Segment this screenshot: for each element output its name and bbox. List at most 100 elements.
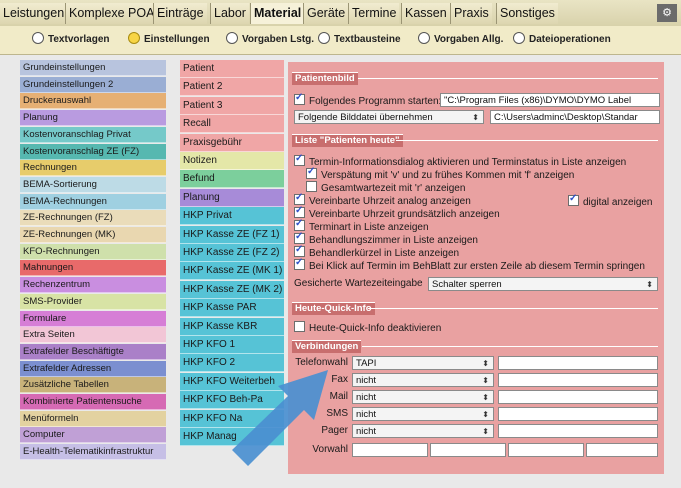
checkbox-icon[interactable] — [568, 193, 579, 206]
category-item[interactable]: Extrafelder Beschäftigte — [20, 343, 166, 360]
category-item[interactable]: Computer — [20, 427, 166, 444]
subtab-dateioperationen[interactable]: Dateioperationen — [513, 32, 611, 48]
wait-input-select[interactable]: Schalter sperren ⬍ — [428, 277, 658, 291]
category-item[interactable]: E-Health-Telematikinfrastruktur — [20, 444, 166, 461]
checkbox-icon[interactable] — [294, 231, 305, 244]
checkbox-icon[interactable] — [294, 218, 305, 231]
subcategory-item[interactable]: Praxisgebühr — [180, 133, 284, 152]
tab-praxis[interactable]: Praxis — [450, 3, 492, 24]
subcategory-item[interactable]: Patient 2 — [180, 78, 284, 97]
vorwahl-input-2[interactable] — [430, 443, 506, 457]
start-program-option[interactable]: Folgendes Programm starten: — [294, 92, 441, 107]
connection-detail-input[interactable] — [498, 424, 658, 438]
category-item[interactable]: Mahnungen — [20, 260, 166, 277]
liste-option[interactable]: Bei Klick auf Termin im BehBlatt zur ers… — [294, 257, 645, 272]
tab-labor[interactable]: Labor — [210, 3, 249, 24]
subtab-vorgaben-lstg[interactable]: Vorgaben Lstg. — [226, 32, 314, 48]
connection-detail-input[interactable] — [498, 356, 658, 370]
category-item[interactable]: Rechnungen — [20, 160, 166, 177]
connection-select[interactable]: nicht ⬍ — [352, 390, 494, 404]
subcategory-item[interactable]: HKP Kasse ZE (MK 1) — [180, 262, 284, 281]
liste-option[interactable]: Behandlungszimmer in Liste anzeigen — [294, 231, 478, 246]
quickinfo-disable-option[interactable]: Heute-Quick-Info deaktivieren — [294, 321, 441, 334]
vorwahl-input-4[interactable] — [586, 443, 658, 457]
category-item[interactable]: ZE-Rechnungen (FZ) — [20, 210, 166, 227]
subcategory-item[interactable]: HKP Privat — [180, 207, 284, 226]
category-item[interactable]: Planung — [20, 110, 166, 127]
subcategory-item[interactable]: HKP Kasse ZE (FZ 1) — [180, 225, 284, 244]
connection-detail-input[interactable] — [498, 390, 658, 404]
category-item[interactable]: Kostenvoranschlag Privat — [20, 126, 166, 143]
category-item[interactable]: Extrafelder Adressen — [20, 360, 166, 377]
category-item[interactable]: ZE-Rechnungen (MK) — [20, 227, 166, 243]
checkbox-icon[interactable] — [294, 257, 305, 270]
app-menu-icon[interactable]: ⚙ — [657, 4, 677, 22]
tab-eintraege[interactable]: Einträge — [153, 3, 207, 24]
liste-option[interactable]: Vereinbarte Uhrzeit grundsätzlich anzeig… — [294, 205, 500, 220]
tab-komplexe-poa[interactable]: Komplexe POA — [65, 3, 158, 24]
tab-material[interactable]: Material — [250, 3, 305, 24]
subcategory-item[interactable]: Patient 3 — [180, 96, 284, 115]
checkbox-icon[interactable] — [306, 181, 317, 192]
subcategory-item[interactable]: Planung — [180, 188, 284, 207]
digital-option[interactable]: digital anzeigen — [568, 193, 653, 208]
checkbox-icon[interactable] — [294, 321, 305, 332]
category-item[interactable]: Extra Seiten — [20, 327, 166, 344]
subtab-textbausteine[interactable]: Textbausteine — [318, 32, 401, 48]
image-option-select[interactable]: Folgende Bilddatei übernehmen ⬍ — [294, 110, 484, 124]
program-path-input[interactable]: "C:\Program Files (x86)\DYMO\DYMO Label — [440, 93, 660, 107]
liste-option[interactable]: Terminart in Liste anzeigen — [294, 218, 429, 233]
category-item[interactable]: Menüformeln — [20, 410, 166, 427]
category-item[interactable]: Zusätzliche Tabellen — [20, 377, 166, 394]
subcategory-item[interactable]: HKP Kasse ZE (FZ 2) — [180, 244, 284, 262]
category-item[interactable]: Kostenvoranschlag ZE (FZ) — [20, 143, 166, 160]
image-path-input[interactable]: C:\Users\adminc\Desktop\Standar — [490, 110, 660, 124]
category-item[interactable]: Formulare — [20, 310, 166, 327]
tab-kassen[interactable]: Kassen — [401, 3, 450, 24]
category-item[interactable]: BEMA-Rechnungen — [20, 193, 166, 210]
category-item[interactable]: Druckerauswahl — [20, 93, 166, 110]
subcategory-item[interactable]: HKP Kasse ZE (MK 2) — [180, 280, 284, 299]
vorwahl-input-1[interactable] — [352, 443, 428, 457]
subtab-vorgaben-allg[interactable]: Vorgaben Allg. — [418, 32, 503, 48]
checkbox-icon[interactable] — [294, 92, 305, 105]
tab-sonstiges[interactable]: Sonstiges — [496, 3, 558, 24]
category-item[interactable]: Grundeinstellungen 2 — [20, 76, 166, 93]
liste-option-label: Behandlerkürzel in Liste anzeigen — [309, 248, 460, 259]
subcategory-item[interactable]: Befund — [180, 170, 284, 189]
checkbox-icon[interactable] — [306, 166, 317, 179]
liste-option[interactable]: Gesamtwartezeit mit 'r' anzeigen — [306, 181, 465, 194]
connection-detail-input[interactable] — [498, 373, 658, 387]
vorwahl-input-3[interactable] — [508, 443, 584, 457]
liste-option[interactable]: Vereinbarte Uhrzeit analog anzeigen — [294, 192, 471, 207]
category-item[interactable]: Kombinierte Patientensuche — [20, 394, 166, 410]
subcategory-item[interactable]: Notizen — [180, 152, 284, 170]
category-item[interactable]: SMS-Provider — [20, 293, 166, 310]
category-item[interactable]: KFO-Rechnungen — [20, 243, 166, 260]
checkbox-icon[interactable] — [294, 205, 305, 218]
checkbox-icon[interactable] — [294, 192, 305, 205]
checkbox-icon[interactable] — [294, 153, 305, 166]
liste-option[interactable]: Verspätung mit 'v' und zu frühes Kommen … — [306, 166, 574, 181]
subcategory-item[interactable]: Recall — [180, 115, 284, 134]
connection-select[interactable]: nicht ⬍ — [352, 424, 494, 438]
subcategory-item[interactable]: HKP KFO 1 — [180, 336, 284, 354]
category-item[interactable]: BEMA-Sortierung — [20, 176, 166, 193]
tab-termine[interactable]: Termine — [348, 3, 400, 24]
checkbox-icon[interactable] — [294, 244, 305, 257]
liste-option[interactable]: Termin-Informationsdialog aktivieren und… — [294, 153, 626, 168]
subcategory-item[interactable]: Patient — [180, 60, 284, 78]
tab-geraete[interactable]: Geräte — [303, 3, 349, 24]
subcategory-item[interactable]: HKP Kasse PAR — [180, 299, 284, 318]
liste-option[interactable]: Behandlerkürzel in Liste anzeigen — [294, 244, 460, 259]
connection-select[interactable]: nicht ⬍ — [352, 373, 494, 387]
category-item[interactable]: Grundeinstellungen — [20, 60, 166, 76]
connection-select[interactable]: TAPI ⬍ — [352, 356, 494, 370]
connection-select[interactable]: nicht ⬍ — [352, 407, 494, 421]
subtab-einstellungen[interactable]: Einstellungen — [128, 32, 210, 48]
tab-leistungen[interactable]: Leistungen — [0, 3, 68, 24]
subtab-textvorlagen[interactable]: Textvorlagen — [32, 32, 110, 48]
subcategory-item[interactable]: HKP Kasse KBR — [180, 317, 284, 336]
category-item[interactable]: Rechenzentrum — [20, 277, 166, 294]
connection-detail-input[interactable] — [498, 407, 658, 421]
